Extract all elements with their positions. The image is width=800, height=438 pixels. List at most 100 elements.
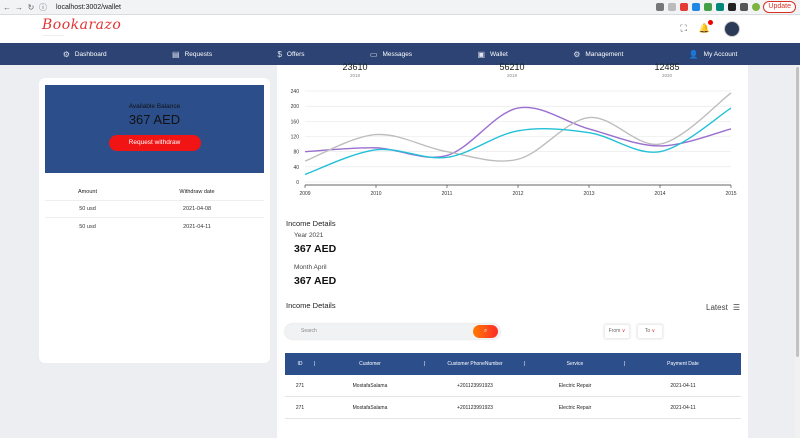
balance-panel: Available Balance 367 AED Request withdr… [45, 85, 264, 173]
y-tick-label: 80 [293, 150, 299, 156]
stat-year: 2020 [661, 73, 672, 78]
amount-cell: 50 usd [79, 206, 96, 212]
message-icon: ▭ [369, 49, 378, 59]
income-details-title: Income Details [286, 219, 336, 228]
profile-icon[interactable] [752, 3, 760, 11]
x-tick-label: 2015 [725, 191, 736, 197]
request-withdraw-button[interactable]: Request withdraw [108, 135, 201, 151]
column-header-customer: Customer | [315, 361, 425, 367]
column-header: Payment Date [667, 361, 699, 367]
y-tick-label: 240 [291, 89, 300, 95]
nav-management[interactable]: ⚙ Management [573, 50, 623, 59]
nav-label: Messages [382, 50, 413, 58]
notification-dot [708, 20, 713, 25]
wallet-icon: ▣ [477, 49, 485, 59]
stat-value: 12485 [654, 62, 680, 72]
y-tick-label: 200 [291, 104, 300, 110]
star-icon[interactable] [668, 3, 676, 11]
app-header: Bookarazo ___________ ⛶ 🔔 [0, 15, 800, 43]
address-bar[interactable]: localhost:3002/wallet [56, 4, 121, 11]
y-tick-label: 120 [291, 135, 300, 141]
income-card: 23610 2018 56210 2019 12485 2020 0 40 80 12… [277, 62, 748, 438]
column-header: Service [566, 361, 584, 367]
balance-amount: 367 AED [128, 112, 181, 127]
search-box: Search ⌕ [285, 324, 500, 339]
search-button[interactable]: ⌕ [473, 325, 498, 338]
nav-my-account[interactable]: 👤 My Account [689, 50, 738, 59]
x-tick-label: 2010 [370, 191, 381, 197]
latest-label: Latest [706, 303, 728, 312]
service-cell: Electric Repair [558, 404, 592, 411]
income-line-chart: 0 40 80 120 160 200 240 2009 2010 2011 2012 2013 201… [291, 89, 737, 197]
column-header-phone: Customer PhoneNumber | [425, 361, 525, 367]
nav-offers[interactable]: $ Offers [277, 50, 304, 59]
extension-icon[interactable] [728, 3, 736, 11]
back-icon[interactable]: ← [2, 3, 12, 12]
year-amount: 367 AED [294, 243, 337, 255]
fullscreen-icon[interactable]: ⛶ [680, 23, 686, 34]
amount-cell: 50 usd [79, 223, 96, 230]
balance-label: Available Balance [128, 103, 181, 110]
extension-icon[interactable] [716, 3, 724, 11]
table-header: ID | Customer | Customer PhoneNumber | Serv… [285, 353, 741, 375]
stat-2018: 23610 2018 [335, 62, 375, 78]
extension-icon[interactable] [680, 3, 688, 11]
to-select[interactable]: To ∨ [637, 324, 663, 339]
key-icon[interactable] [656, 3, 664, 11]
chevron-down-icon: ∨ [621, 328, 626, 334]
clipboard-icon: ▤ [172, 49, 180, 59]
nav-label: Requests [184, 50, 213, 58]
table-row: 271 MostafaSalama +201123991923 Electric… [285, 397, 741, 419]
series-line-2 [304, 107, 732, 176]
phone-cell: +201123991923 [457, 404, 493, 411]
x-tick-label: 2013 [583, 191, 594, 197]
latest-sort[interactable]: Latest ☰ [706, 303, 740, 312]
from-select[interactable]: From ∨ [604, 324, 630, 339]
nav-wallet[interactable]: ▣ Wallet [477, 50, 507, 59]
column-header: Customer PhoneNumber [447, 361, 503, 367]
column-header-service: Service | [525, 361, 625, 367]
nav-requests[interactable]: ▤ Requests [172, 50, 212, 59]
service-cell: Electric Repair [558, 382, 592, 389]
browser-toolbar: ← → ↻ ⓘ localhost:3002/wallet Update [0, 0, 800, 15]
column-header-payment-date: Payment Date [625, 361, 741, 367]
forward-icon[interactable]: → [14, 3, 24, 12]
y-tick-label: 40 [293, 165, 299, 171]
avatar[interactable] [724, 21, 740, 37]
id-cell: 271 [295, 404, 305, 411]
search-input[interactable]: Search [301, 328, 317, 334]
extension-icon[interactable] [692, 3, 700, 11]
puzzle-icon[interactable] [740, 3, 748, 11]
search-icon: ⌕ [483, 328, 488, 334]
date-cell: 2021-04-08 [182, 206, 212, 212]
nav-messages[interactable]: ▭ Messages [370, 50, 412, 59]
x-tick-label: 2011 [442, 191, 453, 197]
payment-date-cell: 2021-04-11 [670, 382, 696, 389]
wallet-card: Available Balance 367 AED Request withdr… [39, 78, 270, 363]
logo[interactable]: Bookarazo ___________ [42, 17, 121, 36]
nav-label: Wallet [490, 50, 508, 58]
column-header: Customer [359, 361, 381, 367]
table-row: 50 usd 2021-04-08 [45, 201, 264, 218]
income-details-title-2: Income Details [286, 301, 336, 310]
bell-icon[interactable]: 🔔 [699, 20, 713, 34]
table-row: 50 usd 2021-04-11 [45, 218, 264, 235]
reload-icon[interactable]: ↻ [26, 3, 36, 12]
gears-icon: ⚙ [573, 49, 581, 59]
stat-value: 56210 [499, 62, 525, 72]
nav-dashboard[interactable]: ⚙ Dashboard [63, 50, 107, 59]
customer-cell: MostafaSalama [352, 382, 388, 389]
payment-date-cell: 2021-04-11 [670, 404, 696, 411]
nav-label: Dashboard [74, 50, 107, 58]
column-header: Amount [78, 189, 97, 195]
update-button[interactable]: Update [763, 1, 796, 13]
info-icon[interactable]: ⓘ [38, 2, 48, 13]
scrollbar-thumb[interactable] [796, 67, 799, 357]
page-scrollbar[interactable] [795, 65, 800, 438]
nav-label: Management [585, 50, 624, 58]
phone-cell: +201123991923 [457, 382, 493, 389]
extension-icon[interactable] [704, 3, 712, 11]
id-cell: 271 [295, 382, 305, 389]
y-tick-label: 160 [291, 119, 300, 125]
nav-label: My Account [703, 50, 738, 58]
